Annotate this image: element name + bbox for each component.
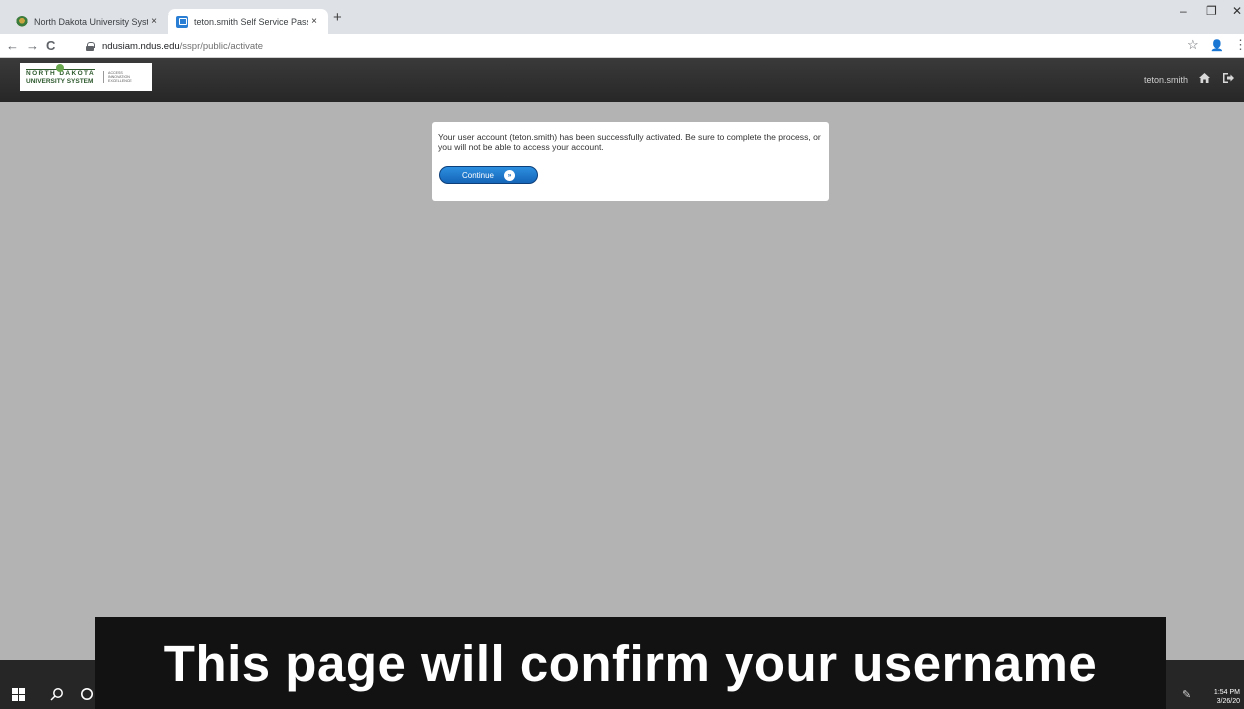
tab-close-icon[interactable]: × xyxy=(148,16,160,27)
lock-icon xyxy=(86,41,95,51)
app-header: NORTH DAKOTA UNIVERSITY SYSTEM ACCESS IN… xyxy=(0,58,1244,102)
tab-self-service-password[interactable]: teton.smith Self Service Passwor × xyxy=(168,9,328,34)
tab-title: teton.smith Self Service Passwor xyxy=(194,16,308,27)
menu-icon[interactable]: ⋮ xyxy=(1234,37,1244,53)
logout-icon[interactable] xyxy=(1222,72,1235,87)
windows-start-icon[interactable] xyxy=(12,688,25,704)
bookmark-star-icon[interactable]: ☆ xyxy=(1187,37,1199,53)
activation-message-card: Your user account (teton.smith) has been… xyxy=(432,122,829,201)
logo-tagline: ACCESS INNOVATION EXCELLENCE xyxy=(103,70,133,84)
minimize-icon[interactable]: – xyxy=(1180,4,1187,18)
continue-button[interactable]: Continue » xyxy=(439,166,538,184)
clock-time: 1:54 PM xyxy=(1213,689,1240,696)
logo-mark-icon xyxy=(56,64,64,72)
video-caption-overlay: This page will confirm your username xyxy=(95,617,1166,709)
ndus-favicon-icon xyxy=(16,15,28,28)
window-close-icon[interactable]: ✕ xyxy=(1232,4,1242,18)
reload-icon[interactable]: C xyxy=(46,38,55,53)
url-path: /sspr/public/activate xyxy=(179,40,264,52)
cortana-icon[interactable] xyxy=(80,687,94,704)
logo-line2: UNIVERSITY SYSTEM xyxy=(26,77,94,85)
ndus-logo[interactable]: NORTH DAKOTA UNIVERSITY SYSTEM ACCESS IN… xyxy=(20,63,152,91)
activation-message: Your user account (teton.smith) has been… xyxy=(438,132,821,152)
sspr-favicon-icon xyxy=(176,15,188,28)
continue-button-label: Continue xyxy=(461,170,495,180)
profile-icon[interactable]: 👤 xyxy=(1210,39,1224,52)
browser-toolbar: ← → C ndusiam.ndus.edu /sspr/public/acti… xyxy=(0,34,1244,58)
caption-text: This page will confirm your username xyxy=(163,634,1098,692)
tab-north-dakota-university-system[interactable]: North Dakota University System × xyxy=(8,9,168,34)
home-icon[interactable] xyxy=(1198,72,1211,87)
tab-title: North Dakota University System xyxy=(34,16,148,27)
clock-date: 3/26/20 xyxy=(1216,698,1240,705)
new-tab-icon[interactable]: + xyxy=(333,9,342,26)
fast-forward-icon: » xyxy=(504,169,516,181)
browser-tabstrip: North Dakota University System × teton.s… xyxy=(0,0,1244,34)
url-host: ndusiam.ndus.edu xyxy=(102,40,180,52)
back-icon[interactable]: ← xyxy=(6,38,19,53)
pen-workspace-icon[interactable]: ✎ xyxy=(1182,688,1191,701)
username-label: teton.smith xyxy=(1143,75,1188,85)
tab-close-icon[interactable]: × xyxy=(308,16,320,27)
system-clock[interactable]: 1:54 PM 3/26/20 xyxy=(1214,688,1240,706)
restore-icon[interactable]: ❐ xyxy=(1206,4,1217,18)
forward-icon[interactable]: → xyxy=(26,38,39,53)
address-bar[interactable]: ndusiam.ndus.edu /sspr/public/activate xyxy=(86,37,1166,55)
search-icon[interactable] xyxy=(50,687,64,704)
